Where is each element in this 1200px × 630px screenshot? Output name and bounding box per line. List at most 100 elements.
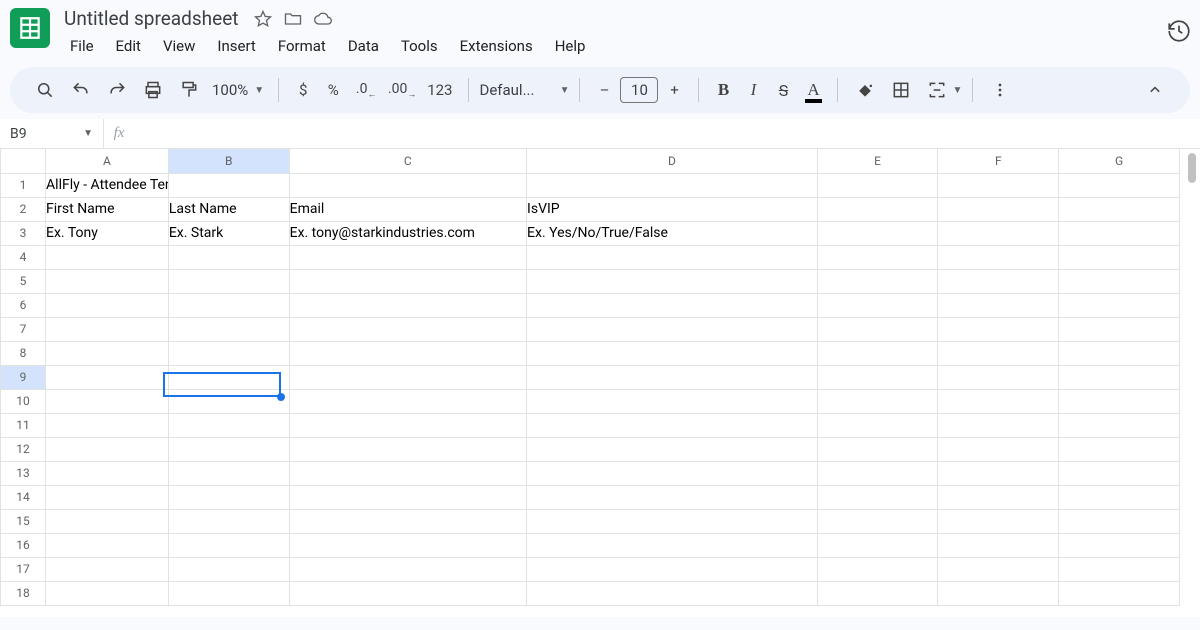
print-icon[interactable] [136, 73, 170, 107]
cell-A3[interactable]: Ex. Tony [46, 221, 169, 245]
cell-F11[interactable] [938, 413, 1059, 437]
row-header[interactable]: 3 [1, 221, 46, 245]
undo-icon[interactable] [64, 73, 98, 107]
row-header[interactable]: 15 [1, 509, 46, 533]
menu-file[interactable]: File [60, 33, 104, 59]
cell-G11[interactable] [1059, 413, 1180, 437]
cell-A15[interactable] [46, 509, 169, 533]
row-header[interactable]: 14 [1, 485, 46, 509]
row-header[interactable]: 9 [1, 365, 46, 389]
cell-D4[interactable] [527, 245, 818, 269]
cell-D18[interactable] [527, 581, 818, 605]
vertical-scrollbar[interactable] [1184, 149, 1198, 617]
cell-A10[interactable] [46, 389, 169, 413]
cell-A7[interactable] [46, 317, 169, 341]
cell-F3[interactable] [938, 221, 1059, 245]
caret-down-icon[interactable]: ▼ [952, 85, 962, 96]
cell-C13[interactable] [289, 461, 526, 485]
cell-B13[interactable] [168, 461, 289, 485]
cell-G16[interactable] [1059, 533, 1180, 557]
column-header-G[interactable]: G [1059, 149, 1180, 173]
merge-cells-button[interactable] [920, 73, 954, 107]
cell-A14[interactable] [46, 485, 169, 509]
cell-G7[interactable] [1059, 317, 1180, 341]
cell-D12[interactable] [527, 437, 818, 461]
cell-B4[interactable] [168, 245, 289, 269]
cell-F13[interactable] [938, 461, 1059, 485]
cell-G10[interactable] [1059, 389, 1180, 413]
cell-A17[interactable] [46, 557, 169, 581]
cell-B16[interactable] [168, 533, 289, 557]
star-icon[interactable] [253, 9, 273, 29]
cell-G9[interactable] [1059, 365, 1180, 389]
cell-C4[interactable] [289, 245, 526, 269]
cell-E12[interactable] [817, 437, 938, 461]
cell-F15[interactable] [938, 509, 1059, 533]
column-header-B[interactable]: B [168, 149, 289, 173]
cell-D8[interactable] [527, 341, 818, 365]
decrease-fontsize-button[interactable]: – [590, 81, 618, 99]
cell-G13[interactable] [1059, 461, 1180, 485]
row-header[interactable]: 4 [1, 245, 46, 269]
cell-F10[interactable] [938, 389, 1059, 413]
cell-E5[interactable] [817, 269, 938, 293]
cell-A9[interactable] [46, 365, 169, 389]
cell-C16[interactable] [289, 533, 526, 557]
name-box[interactable]: B9 ▼ [0, 119, 104, 148]
cell-C17[interactable] [289, 557, 526, 581]
cell-F17[interactable] [938, 557, 1059, 581]
format-percent-button[interactable]: % [319, 81, 347, 99]
menu-view[interactable]: View [153, 33, 205, 59]
cell-E15[interactable] [817, 509, 938, 533]
paint-format-icon[interactable] [172, 73, 206, 107]
row-header[interactable]: 8 [1, 341, 46, 365]
cell-G2[interactable] [1059, 197, 1180, 221]
cell-B2[interactable]: Last Name [168, 197, 289, 221]
cell-A1[interactable]: AllFly - Attendee Template [46, 173, 169, 197]
cell-E4[interactable] [817, 245, 938, 269]
row-header[interactable]: 7 [1, 317, 46, 341]
cell-E9[interactable] [817, 365, 938, 389]
cell-C8[interactable] [289, 341, 526, 365]
italic-button[interactable]: I [739, 80, 767, 100]
search-icon[interactable] [28, 73, 62, 107]
cell-A8[interactable] [46, 341, 169, 365]
cell-E14[interactable] [817, 485, 938, 509]
borders-button[interactable] [884, 73, 918, 107]
cell-F7[interactable] [938, 317, 1059, 341]
row-header[interactable]: 12 [1, 437, 46, 461]
cell-F5[interactable] [938, 269, 1059, 293]
increase-decimal-button[interactable]: .00→ [385, 73, 419, 107]
redo-icon[interactable] [100, 73, 134, 107]
cell-E3[interactable] [817, 221, 938, 245]
cell-B12[interactable] [168, 437, 289, 461]
column-header-F[interactable]: F [938, 149, 1059, 173]
cell-B18[interactable] [168, 581, 289, 605]
cell-G8[interactable] [1059, 341, 1180, 365]
scrollbar-thumb[interactable] [1188, 153, 1196, 183]
cell-B14[interactable] [168, 485, 289, 509]
cell-B8[interactable] [168, 341, 289, 365]
cell-F4[interactable] [938, 245, 1059, 269]
row-header[interactable]: 10 [1, 389, 46, 413]
row-header[interactable]: 13 [1, 461, 46, 485]
cell-F14[interactable] [938, 485, 1059, 509]
cell-C12[interactable] [289, 437, 526, 461]
cell-E13[interactable] [817, 461, 938, 485]
cloud-status-icon[interactable] [313, 9, 333, 29]
row-header[interactable]: 6 [1, 293, 46, 317]
more-toolbar-icon[interactable] [983, 73, 1017, 107]
column-header-E[interactable]: E [817, 149, 938, 173]
cell-F6[interactable] [938, 293, 1059, 317]
font-family-select[interactable]: Defaul... ▼ [479, 81, 569, 99]
cell-C11[interactable] [289, 413, 526, 437]
cell-E18[interactable] [817, 581, 938, 605]
cell-C3[interactable]: Ex. tony@starkindustries.com [289, 221, 526, 245]
decrease-decimal-button[interactable]: .0← [349, 73, 383, 107]
cell-B17[interactable] [168, 557, 289, 581]
cell-E6[interactable] [817, 293, 938, 317]
cell-B5[interactable] [168, 269, 289, 293]
doc-title[interactable]: Untitled spreadsheet [60, 6, 243, 31]
cell-G3[interactable] [1059, 221, 1180, 245]
menu-format[interactable]: Format [268, 33, 336, 59]
